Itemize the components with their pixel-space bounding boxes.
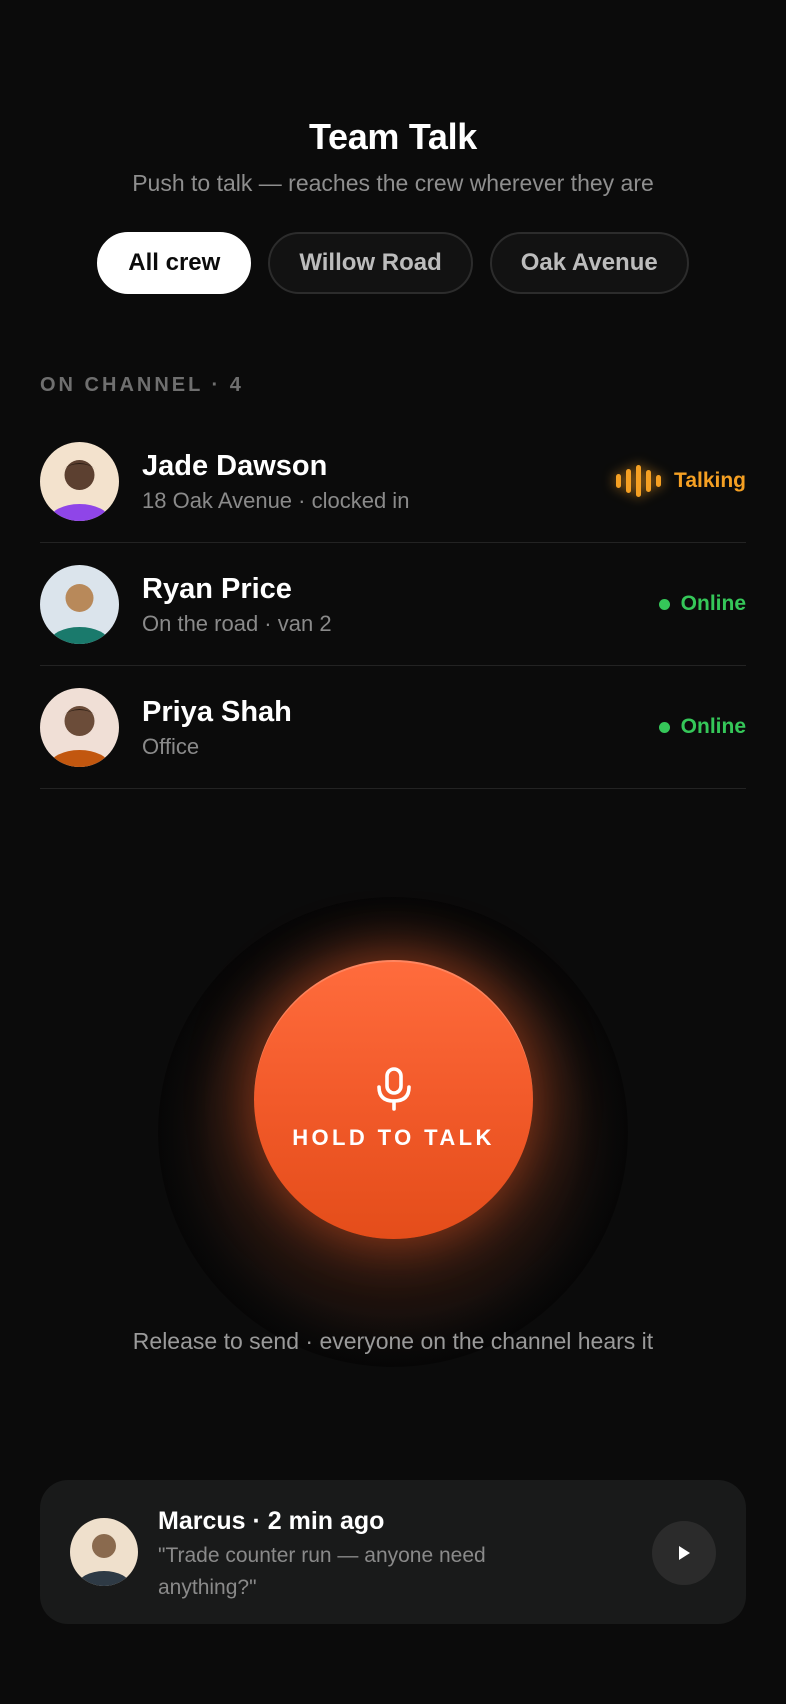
channel-chip-all-crew[interactable]: All crew [97, 232, 252, 294]
hold-to-talk-label: HOLD TO TALK [292, 1124, 495, 1150]
release-hint: Release to send · everyone on the channe… [132, 1328, 654, 1354]
online-dot-icon [658, 721, 670, 733]
status-label: Online [680, 715, 746, 738]
member-row-ryan-price[interactable]: Ryan Price On the road · van 2 Online [40, 543, 746, 666]
member-info: Jade Dawson 18 Oak Avenue · clocked in [142, 449, 616, 514]
member-detail: On the road · van 2 [142, 610, 332, 636]
avatar [70, 1518, 138, 1586]
channel-chip-willow-road[interactable]: Willow Road [268, 232, 473, 294]
audio-wave-icon [616, 465, 662, 497]
page-subtitle: Push to talk — reaches the crew wherever… [132, 170, 654, 196]
status-badge-online: Online [658, 592, 746, 616]
online-dot-icon [658, 598, 670, 610]
avatar [40, 441, 119, 521]
status-label: Talking [674, 469, 746, 492]
status-badge-talking: Talking [616, 465, 746, 497]
page-title: Team Talk [308, 116, 478, 157]
avatar [40, 564, 119, 644]
hold-to-talk-button[interactable]: HOLD TO TALK [254, 960, 533, 1239]
member-detail: Office [142, 733, 200, 759]
status-badge-online: Online [658, 715, 746, 739]
member-detail: 18 Oak Avenue · clocked in [142, 487, 410, 513]
message-quote: "Trade counter run — anyone need anythin… [158, 1544, 486, 1599]
member-row-jade-dawson[interactable]: Jade Dawson 18 Oak Avenue · clocked in T… [40, 420, 746, 543]
message-sender-time: Marcus · 2 min ago [158, 1507, 385, 1535]
member-list: Jade Dawson 18 Oak Avenue · clocked in T… [40, 420, 746, 789]
member-name: Priya Shah [142, 695, 292, 728]
channel-chip-oak-avenue[interactable]: Oak Avenue [489, 232, 689, 294]
team-talk-screen: Team Talk Push to talk — reaches the cre… [0, 0, 786, 1704]
member-name: Jade Dawson [142, 449, 328, 482]
member-name: Ryan Price [142, 572, 292, 605]
microphone-icon [376, 1066, 411, 1111]
channel-selector: All crew Willow Road Oak Avenue [0, 232, 786, 294]
member-row-priya-shah[interactable]: Priya Shah Office Online [40, 666, 746, 789]
member-info: Ryan Price On the road · van 2 [142, 572, 659, 637]
status-label: Online [680, 592, 746, 615]
on-channel-label: ON CHANNEL · 4 [40, 374, 244, 396]
member-info: Priya Shah Office [142, 695, 659, 760]
avatar [40, 687, 119, 767]
play-message-button[interactable] [652, 1521, 716, 1585]
play-icon [679, 1546, 690, 1560]
last-message-card[interactable]: Marcus · 2 min ago "Trade counter run — … [40, 1480, 746, 1624]
